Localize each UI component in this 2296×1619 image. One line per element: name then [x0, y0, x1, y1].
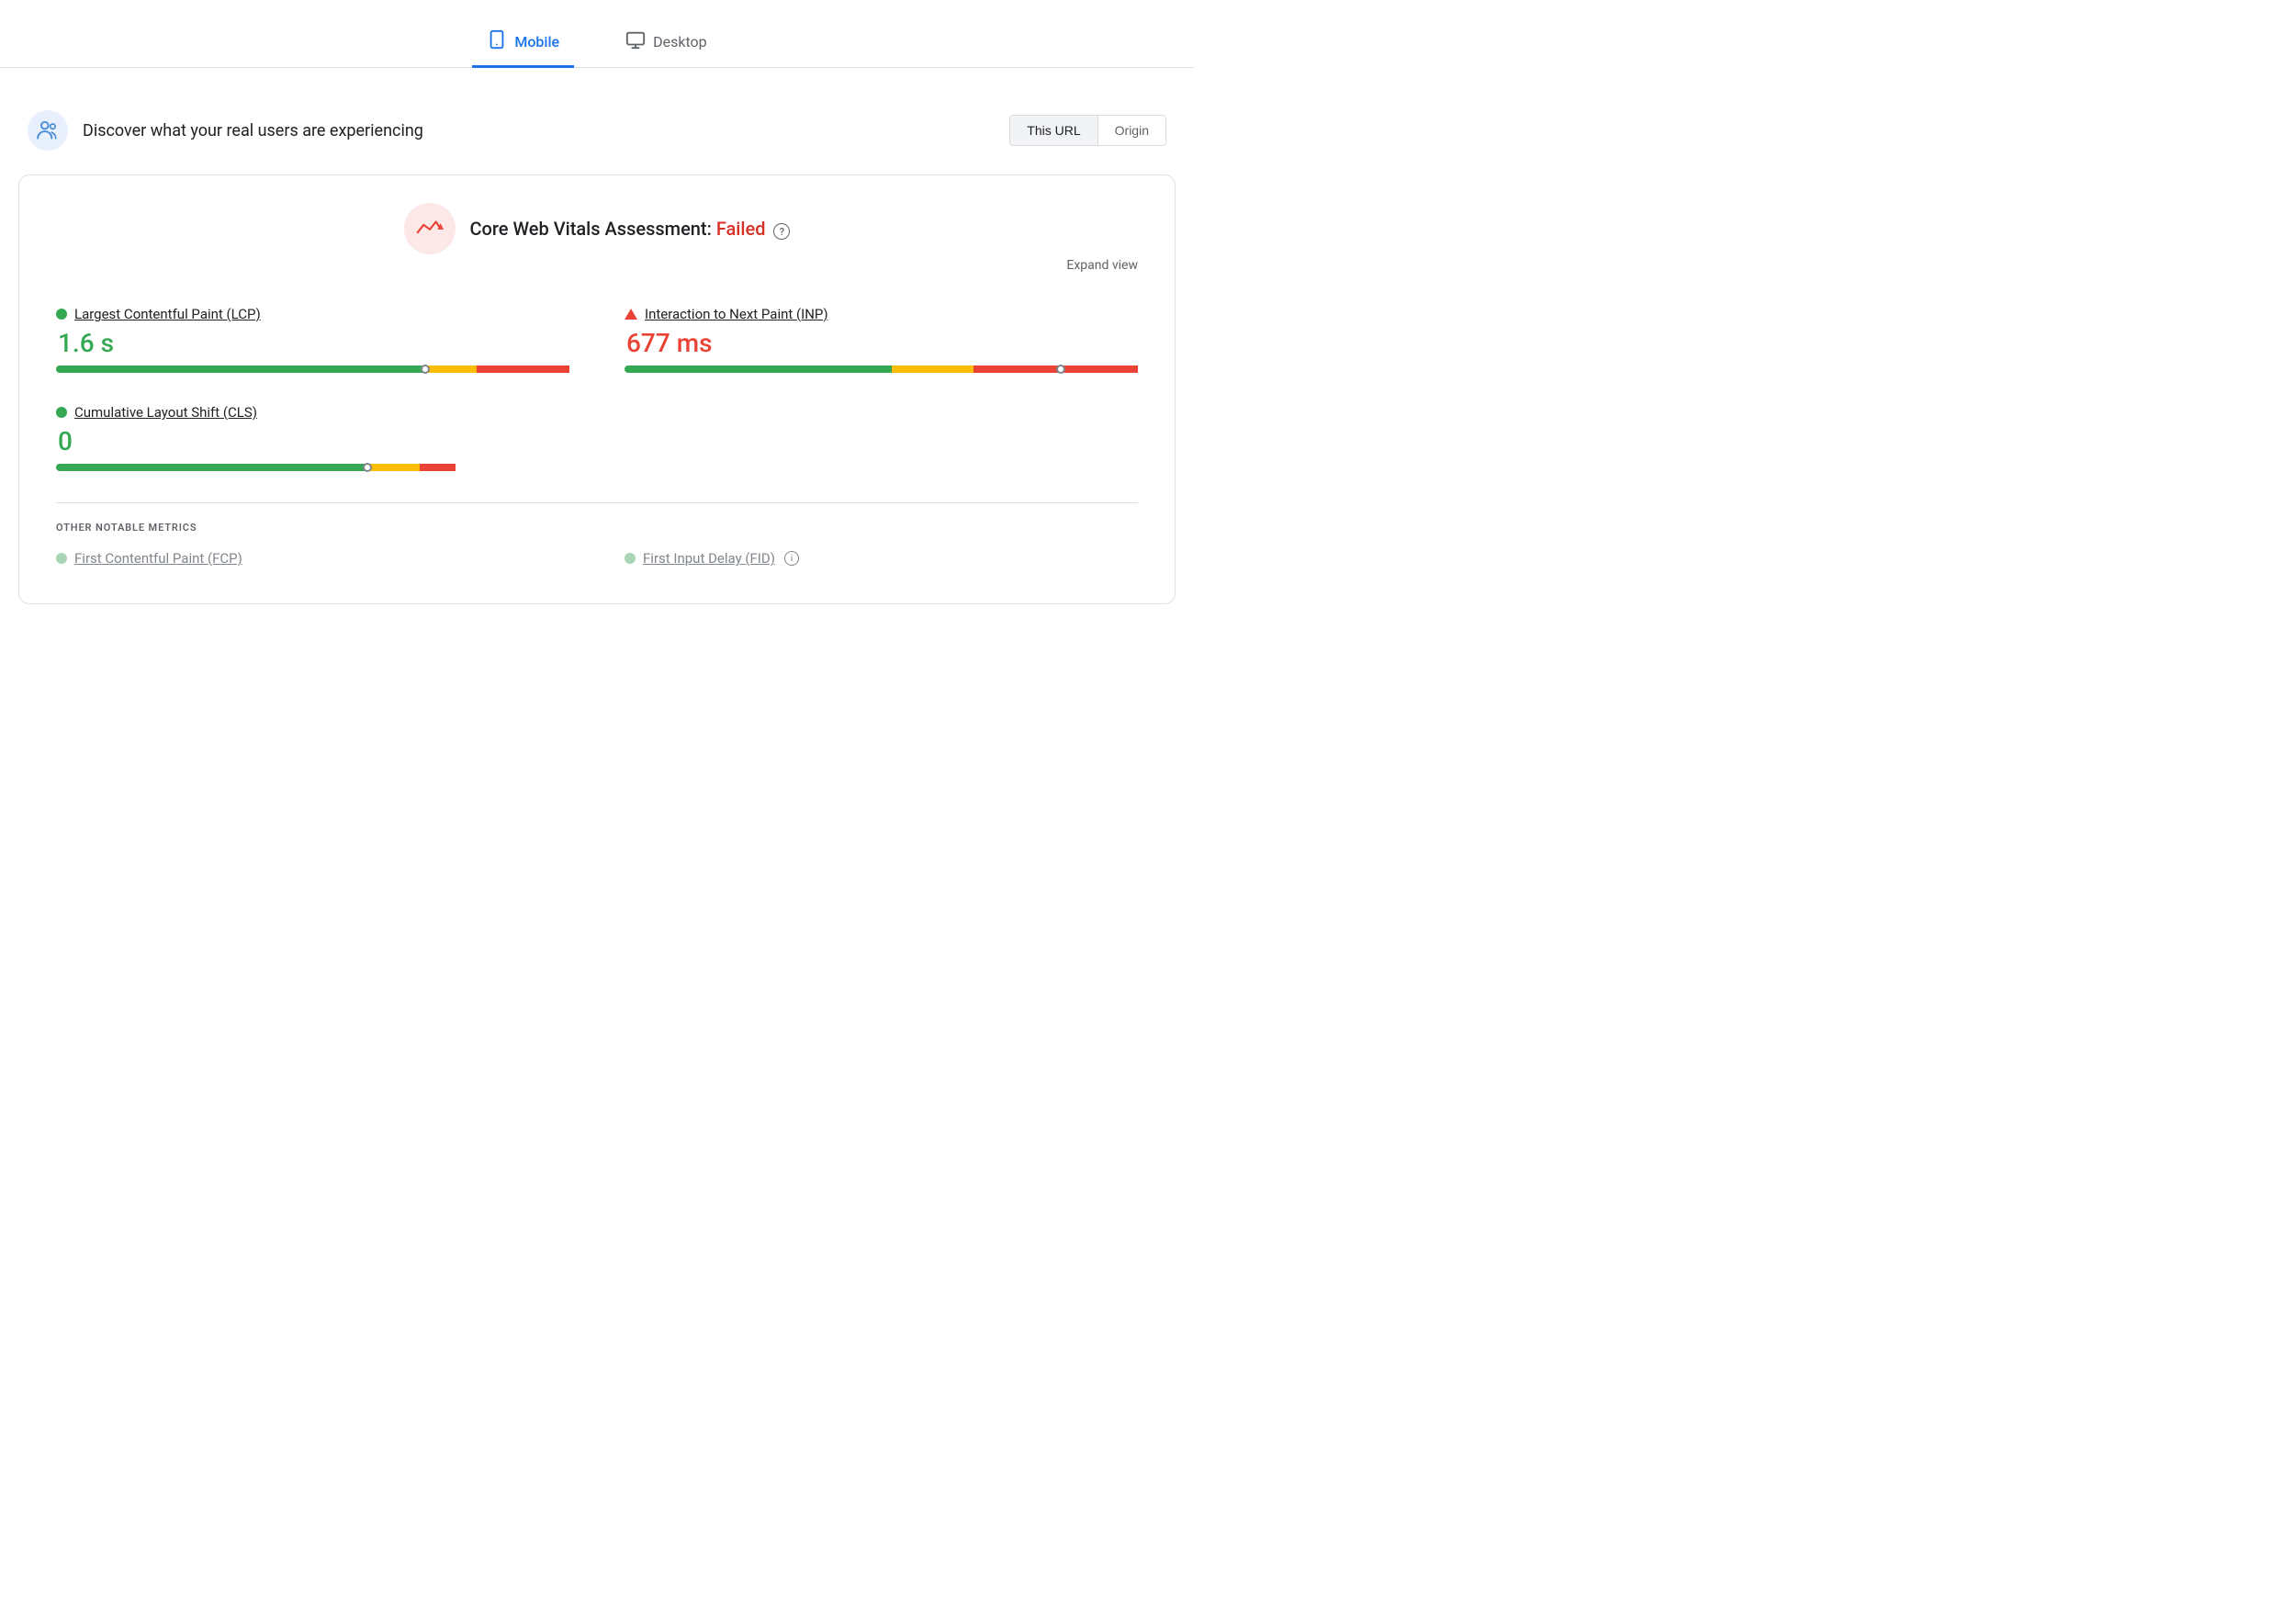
fid-link[interactable]: First Input Delay (FID) — [643, 550, 775, 567]
cls-bar-red — [420, 464, 456, 471]
fcp-item: First Contentful Paint (FCP) — [56, 550, 569, 567]
tab-mobile[interactable]: Mobile — [472, 18, 574, 68]
lcp-status-dot — [56, 309, 67, 320]
inp-marker-dot — [1056, 365, 1065, 374]
fid-info-icon[interactable]: i — [784, 551, 799, 566]
cls-label: Cumulative Layout Shift (CLS) — [56, 404, 575, 421]
users-icon-circle — [28, 110, 68, 151]
main-card: Core Web Vitals Assessment: Failed ? Exp… — [18, 174, 1176, 604]
cls-section: Cumulative Layout Shift (CLS) 0 — [56, 404, 1138, 475]
assessment-status: Failed — [716, 218, 766, 240]
origin-btn[interactable]: Origin — [1097, 116, 1165, 145]
assessment-row: Core Web Vitals Assessment: Failed ? — [404, 203, 791, 254]
cls-marker — [366, 459, 369, 476]
other-metrics-label: OTHER NOTABLE METRICS — [56, 522, 1138, 534]
lcp-bar-green — [56, 365, 425, 373]
desktop-icon — [625, 29, 646, 54]
lcp-link[interactable]: Largest Contentful Paint (LCP) — [74, 306, 261, 322]
fcp-dot — [56, 553, 67, 564]
tab-mobile-label: Mobile — [514, 33, 559, 51]
lcp-marker — [423, 361, 427, 377]
url-origin-toggle[interactable]: This URL Origin — [1009, 115, 1166, 146]
fcp-link[interactable]: First Contentful Paint (FCP) — [74, 550, 242, 567]
header-left: Discover what your real users are experi… — [28, 110, 423, 151]
inp-value: 677 ms — [626, 328, 1138, 358]
this-url-btn[interactable]: This URL — [1010, 116, 1097, 145]
header-row: Discover what your real users are experi… — [0, 96, 1194, 165]
cls-link[interactable]: Cumulative Layout Shift (CLS) — [74, 404, 257, 421]
cls-bar-yellow — [367, 464, 420, 471]
cls-status-dot — [56, 407, 67, 418]
inp-bar — [625, 365, 1138, 373]
other-metrics-grid: First Contentful Paint (FCP) First Input… — [56, 550, 1138, 567]
lcp-label: Largest Contentful Paint (LCP) — [56, 306, 569, 322]
inp-bar-green — [625, 365, 892, 373]
lcp-bar-yellow — [425, 365, 477, 373]
cls-block: Cumulative Layout Shift (CLS) 0 — [56, 404, 575, 475]
fid-dot — [625, 553, 636, 564]
inp-status-icon — [625, 309, 637, 320]
section-divider — [56, 502, 1138, 503]
cls-value: 0 — [58, 426, 575, 456]
mobile-icon — [487, 29, 507, 54]
expand-view-btn[interactable]: Expand view — [56, 258, 1138, 273]
tab-desktop-label: Desktop — [653, 33, 707, 51]
assessment-title: Core Web Vitals Assessment: Failed ? — [470, 218, 791, 241]
inp-bar-yellow — [892, 365, 974, 373]
help-icon[interactable]: ? — [773, 223, 790, 240]
metrics-grid: Largest Contentful Paint (LCP) 1.6 s Int… — [56, 306, 1138, 377]
cls-bar-green — [56, 464, 367, 471]
cls-bar — [56, 464, 575, 471]
inp-marker — [1059, 361, 1063, 377]
lcp-bar — [56, 365, 569, 373]
assessment-icon-bg — [404, 203, 456, 254]
tab-desktop[interactable]: Desktop — [611, 18, 722, 68]
lcp-block: Largest Contentful Paint (LCP) 1.6 s — [56, 306, 569, 377]
fid-item: First Input Delay (FID) i — [625, 550, 1138, 567]
inp-link[interactable]: Interaction to Next Paint (INP) — [645, 306, 828, 322]
lcp-marker-dot — [421, 365, 430, 374]
lcp-bar-red — [477, 365, 569, 373]
inp-label: Interaction to Next Paint (INP) — [625, 306, 1138, 322]
inp-block: Interaction to Next Paint (INP) 677 ms — [625, 306, 1138, 377]
tabs-bar: Mobile Desktop — [0, 18, 1194, 68]
assessment-header: Core Web Vitals Assessment: Failed ? Exp… — [56, 203, 1138, 287]
cls-marker-dot — [363, 463, 372, 472]
lcp-value: 1.6 s — [58, 328, 569, 358]
header-title: Discover what your real users are experi… — [83, 121, 423, 141]
